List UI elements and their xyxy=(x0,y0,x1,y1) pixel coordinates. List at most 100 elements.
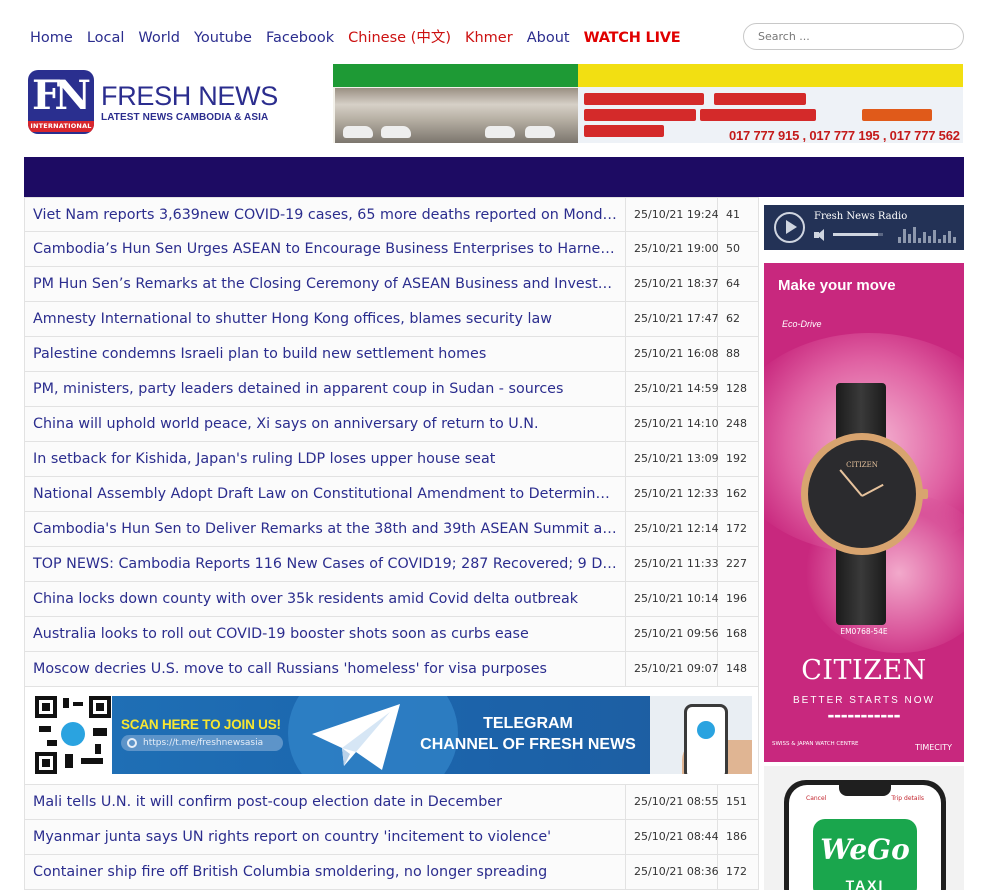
telegram-phone-area xyxy=(650,696,752,774)
news-row: Mali tells U.N. it will confirm post-cou… xyxy=(24,785,759,820)
nav-khmer[interactable]: Khmer xyxy=(465,30,513,46)
telegram-logo-icon xyxy=(697,721,715,739)
news-title-link[interactable]: National Assembly Adopt Draft Law on Con… xyxy=(25,477,625,511)
news-date: 25/10/21 08:36 xyxy=(625,855,719,889)
news-title-link[interactable]: Cambodia’s Hun Sen Urges ASEAN to Encour… xyxy=(25,232,625,266)
nav-about[interactable]: About xyxy=(527,30,570,46)
news-row: Moscow decries U.S. move to call Russian… xyxy=(24,652,759,687)
header-ad-banner[interactable]: 017 777 915 , 017 777 195 , 017 777 562 xyxy=(333,64,963,143)
nav-chinese[interactable]: Chinese (中文) xyxy=(348,26,451,47)
news-title-link[interactable]: TOP NEWS: Cambodia Reports 116 New Cases… xyxy=(25,547,625,581)
news-views: 88 xyxy=(726,347,740,360)
news-views: 172 xyxy=(726,522,747,535)
news-views: 148 xyxy=(726,662,747,675)
header-ad-khmer-headline xyxy=(578,64,963,87)
news-views: 50 xyxy=(726,242,740,255)
news-views: 172 xyxy=(726,865,747,878)
news-date: 25/10/21 17:47 xyxy=(625,302,719,336)
news-row: PM, ministers, party leaders detained in… xyxy=(24,372,759,407)
news-views: 248 xyxy=(726,417,747,430)
news-title-link[interactable]: China will uphold world peace, Xi says o… xyxy=(25,407,625,441)
qr-code-icon[interactable] xyxy=(35,696,111,774)
news-row: Amnesty International to shutter Hong Ko… xyxy=(24,302,759,337)
wego-logo: WeGo TAXI xyxy=(813,819,917,890)
news-date: 25/10/21 14:10 xyxy=(625,407,719,441)
news-title-link[interactable]: PM, ministers, party leaders detained in… xyxy=(25,372,625,406)
nav-world[interactable]: World xyxy=(138,30,180,46)
radio-player: Fresh News Radio xyxy=(764,205,964,250)
news-title-link[interactable]: Mali tells U.N. it will confirm post-cou… xyxy=(25,785,625,819)
nav-facebook[interactable]: Facebook xyxy=(266,30,334,46)
volume-slider[interactable] xyxy=(833,233,883,236)
telegram-scan-text: SCAN HERE TO JOIN US! xyxy=(121,717,281,732)
telegram-banner-row: SCAN HERE TO JOIN US! https://t.me/fresh… xyxy=(24,687,759,785)
site-logo[interactable]: FN INTERNATIONAL FRESH NEWS LATEST NEWS … xyxy=(28,70,288,136)
header-ad-discount xyxy=(862,109,932,121)
news-views: 62 xyxy=(726,312,740,325)
car-icon xyxy=(485,126,515,138)
news-views: 168 xyxy=(726,627,747,640)
news-date: 25/10/21 19:00 xyxy=(625,232,719,266)
watch-strap xyxy=(836,545,886,625)
news-list: Viet Nam reports 3,639new COVID-19 cases… xyxy=(24,197,759,890)
telegram-banner[interactable]: SCAN HERE TO JOIN US! https://t.me/fresh… xyxy=(112,696,752,774)
news-date: 25/10/21 11:33 xyxy=(625,547,719,581)
header-ad-khmer-title xyxy=(333,64,578,87)
news-row: PM Hun Sen’s Remarks at the Closing Cere… xyxy=(24,267,759,302)
citizen-watch-ad[interactable]: Make your move Eco-Drive CITIZEN EM0768-… xyxy=(764,263,964,762)
wego-cancel-label: Cancel xyxy=(806,795,827,802)
volume-icon[interactable] xyxy=(814,229,830,241)
search-box xyxy=(743,23,964,50)
header-ad-car-photo xyxy=(335,88,578,143)
news-views: 227 xyxy=(726,557,747,570)
news-title-link[interactable]: Moscow decries U.S. move to call Russian… xyxy=(25,652,625,686)
citizen-footer-left: SWISS & JAPAN WATCH CENTRE xyxy=(772,741,859,747)
news-row: TOP NEWS: Cambodia Reports 116 New Cases… xyxy=(24,547,759,582)
news-title-link[interactable]: Container ship fire off British Columbia… xyxy=(25,855,625,889)
news-date: 25/10/21 14:59 xyxy=(625,372,719,406)
logo-badge-letters: FN xyxy=(32,72,91,119)
news-title-link[interactable]: Australia looks to roll out COVID-19 boo… xyxy=(25,617,625,651)
news-date: 25/10/21 19:24 xyxy=(625,198,719,232)
news-title-link[interactable]: PM Hun Sen’s Remarks at the Closing Cere… xyxy=(25,267,625,301)
citizen-footer-right: TIMECITY xyxy=(915,743,952,752)
news-row: Cambodia's Hun Sen to Deliver Remarks at… xyxy=(24,512,759,547)
nav-youtube[interactable]: Youtube xyxy=(194,30,252,46)
search-input[interactable] xyxy=(744,24,963,49)
news-date: 25/10/21 13:09 xyxy=(625,442,719,476)
news-date: 25/10/21 08:55 xyxy=(625,785,719,819)
main-menu-bar xyxy=(24,157,964,197)
watch-crown xyxy=(921,489,928,499)
news-title-link[interactable]: Cambodia's Hun Sen to Deliver Remarks at… xyxy=(25,512,625,546)
news-row: China will uphold world peace, Xi says o… xyxy=(24,407,759,442)
news-views: 64 xyxy=(726,277,740,290)
header-ad-bullet xyxy=(584,125,664,137)
news-title-link[interactable]: China locks down county with over 35k re… xyxy=(25,582,625,616)
telegram-heading-line1: TELEGRAM xyxy=(483,715,573,732)
news-date: 25/10/21 09:07 xyxy=(625,652,719,686)
header-ad-phones: 017 777 915 , 017 777 195 , 017 777 562 xyxy=(729,128,960,143)
news-title-link[interactable]: In setback for Kishida, Japan's ruling L… xyxy=(25,442,625,476)
news-date: 25/10/21 18:37 xyxy=(625,267,719,301)
citizen-footer: SWISS & JAPAN WATCH CENTRE TIMECITY xyxy=(772,729,956,757)
car-icon xyxy=(381,126,411,138)
news-row: China locks down county with over 35k re… xyxy=(24,582,759,617)
news-title-link[interactable]: Amnesty International to shutter Hong Ko… xyxy=(25,302,625,336)
wego-trip-label: Trip details xyxy=(891,795,924,802)
news-title-link[interactable]: Viet Nam reports 3,639new COVID-19 cases… xyxy=(25,198,625,232)
radio-title: Fresh News Radio xyxy=(814,211,908,222)
wego-taxi-ad[interactable]: Cancel Trip details WeGo TAXI xyxy=(764,766,964,890)
nav-home[interactable]: Home xyxy=(30,30,73,46)
header-ad-bullet xyxy=(584,93,704,105)
news-title-link[interactable]: Palestine condemns Israeli plan to build… xyxy=(25,337,625,371)
news-views: 151 xyxy=(726,795,747,808)
phone-icon xyxy=(684,704,728,774)
nav-local[interactable]: Local xyxy=(87,30,125,46)
play-icon[interactable] xyxy=(774,212,805,243)
telegram-heading: TELEGRAM CHANNEL OF FRESH NEWS xyxy=(418,713,638,755)
nav-watch-live[interactable]: WATCH LIVE xyxy=(584,30,681,46)
news-row: Australia looks to roll out COVID-19 boo… xyxy=(24,617,759,652)
news-row: In setback for Kishida, Japan's ruling L… xyxy=(24,442,759,477)
news-title-link[interactable]: Myanmar junta says UN rights report on c… xyxy=(25,820,625,854)
equalizer-icon xyxy=(898,225,960,243)
